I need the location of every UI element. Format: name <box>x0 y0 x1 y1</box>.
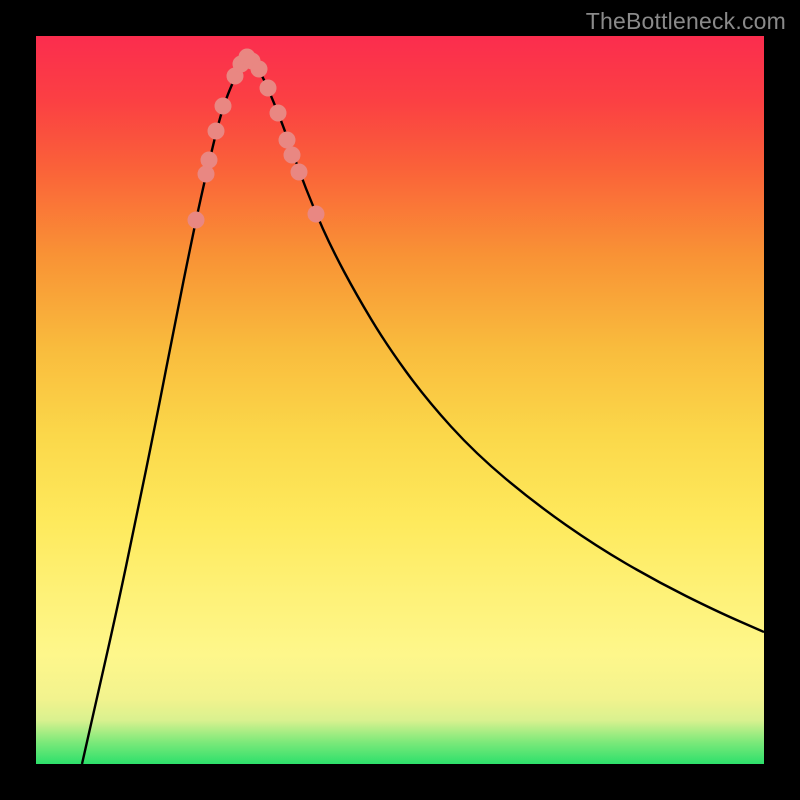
highlight-marker <box>198 166 214 182</box>
highlight-marker <box>308 206 324 222</box>
highlight-marker <box>284 147 300 163</box>
highlight-markers <box>188 49 324 228</box>
highlight-marker <box>201 152 217 168</box>
highlight-marker <box>279 132 295 148</box>
curve-right-branch <box>247 55 764 632</box>
highlight-marker <box>260 80 276 96</box>
curve-left-branch <box>82 55 247 764</box>
watermark-text: TheBottleneck.com <box>586 8 786 35</box>
highlight-marker <box>291 164 307 180</box>
highlight-marker <box>251 61 267 77</box>
highlight-marker <box>188 212 204 228</box>
highlight-marker <box>270 105 286 121</box>
highlight-marker <box>208 123 224 139</box>
highlight-marker <box>215 98 231 114</box>
chart-overlay-svg <box>36 36 764 764</box>
chart-frame: TheBottleneck.com <box>0 0 800 800</box>
chart-plot-area <box>36 36 764 764</box>
